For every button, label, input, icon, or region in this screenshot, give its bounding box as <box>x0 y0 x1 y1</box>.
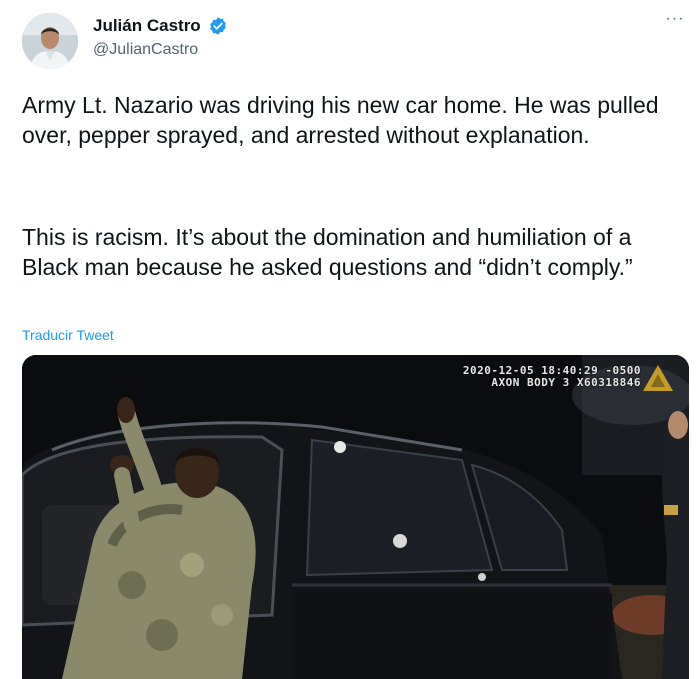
tweet-card: Julián Castro @JulianCastro ··· Army Lt.… <box>0 0 700 679</box>
axon-logo-icon <box>643 365 673 391</box>
camera-device-id: AXON BODY 3 X60318846 <box>491 376 641 389</box>
tweet-text-paragraph-1: Army Lt. Nazario was driving his new car… <box>22 92 659 148</box>
more-options-icon[interactable]: ··· <box>662 11 688 32</box>
bodycam-photo <box>22 355 689 679</box>
author-avatar[interactable] <box>22 13 78 69</box>
tweet-text-paragraph-2: This is racism. It’s about the dominatio… <box>22 224 633 280</box>
avatar-photo <box>22 13 78 69</box>
author-name[interactable]: Julián Castro <box>93 16 201 36</box>
author-handle[interactable]: @JulianCastro <box>93 40 198 60</box>
verified-badge-icon <box>210 17 226 35</box>
tweet-media-image[interactable]: 2020-12-05 18:40:29 -0500 AXON BODY 3 X6… <box>22 355 689 679</box>
translate-tweet-link[interactable]: Traducir Tweet <box>22 326 114 344</box>
